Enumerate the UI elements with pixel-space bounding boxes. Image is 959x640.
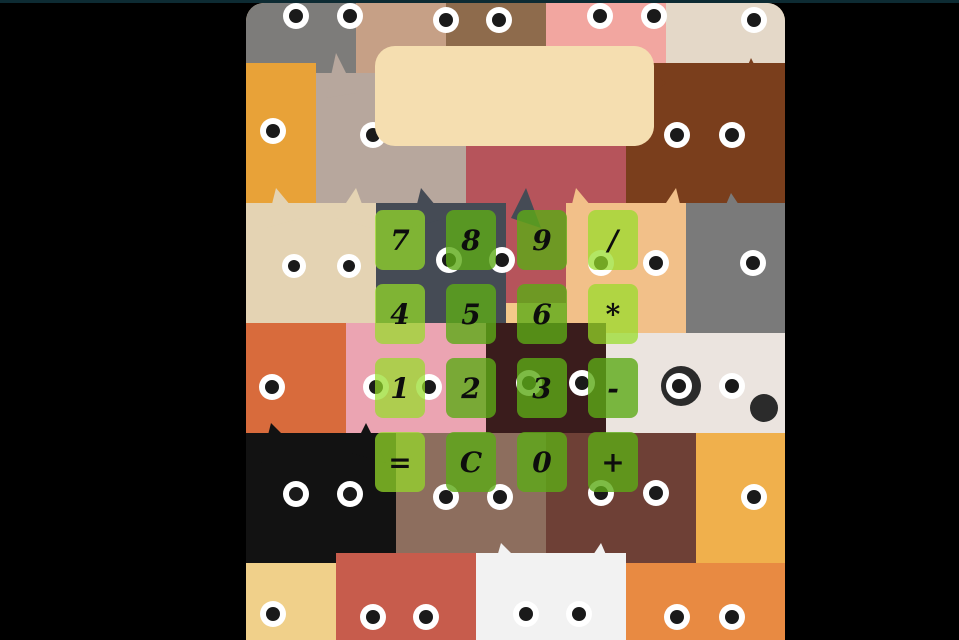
key-equals[interactable]: =	[375, 432, 425, 492]
key-3[interactable]: 3	[517, 358, 567, 418]
key-clear[interactable]: C	[446, 432, 496, 492]
key-6[interactable]: 6	[517, 284, 567, 344]
key-1[interactable]: 1	[375, 358, 425, 418]
key-9[interactable]: 9	[517, 210, 567, 270]
key-4[interactable]: 4	[375, 284, 425, 344]
key-subtract[interactable]: -	[588, 358, 638, 418]
key-multiply[interactable]: *	[588, 284, 638, 344]
calculator: 7 8 9 / 4 5 6 * 1 2 3 - = C 0 +	[246, 3, 785, 640]
key-add[interactable]: +	[588, 432, 638, 492]
key-8[interactable]: 8	[446, 210, 496, 270]
key-0[interactable]: 0	[517, 432, 567, 492]
key-2[interactable]: 2	[446, 358, 496, 418]
key-5[interactable]: 5	[446, 284, 496, 344]
calculator-display	[375, 46, 654, 146]
key-7[interactable]: 7	[375, 210, 425, 270]
key-divide[interactable]: /	[588, 210, 638, 270]
